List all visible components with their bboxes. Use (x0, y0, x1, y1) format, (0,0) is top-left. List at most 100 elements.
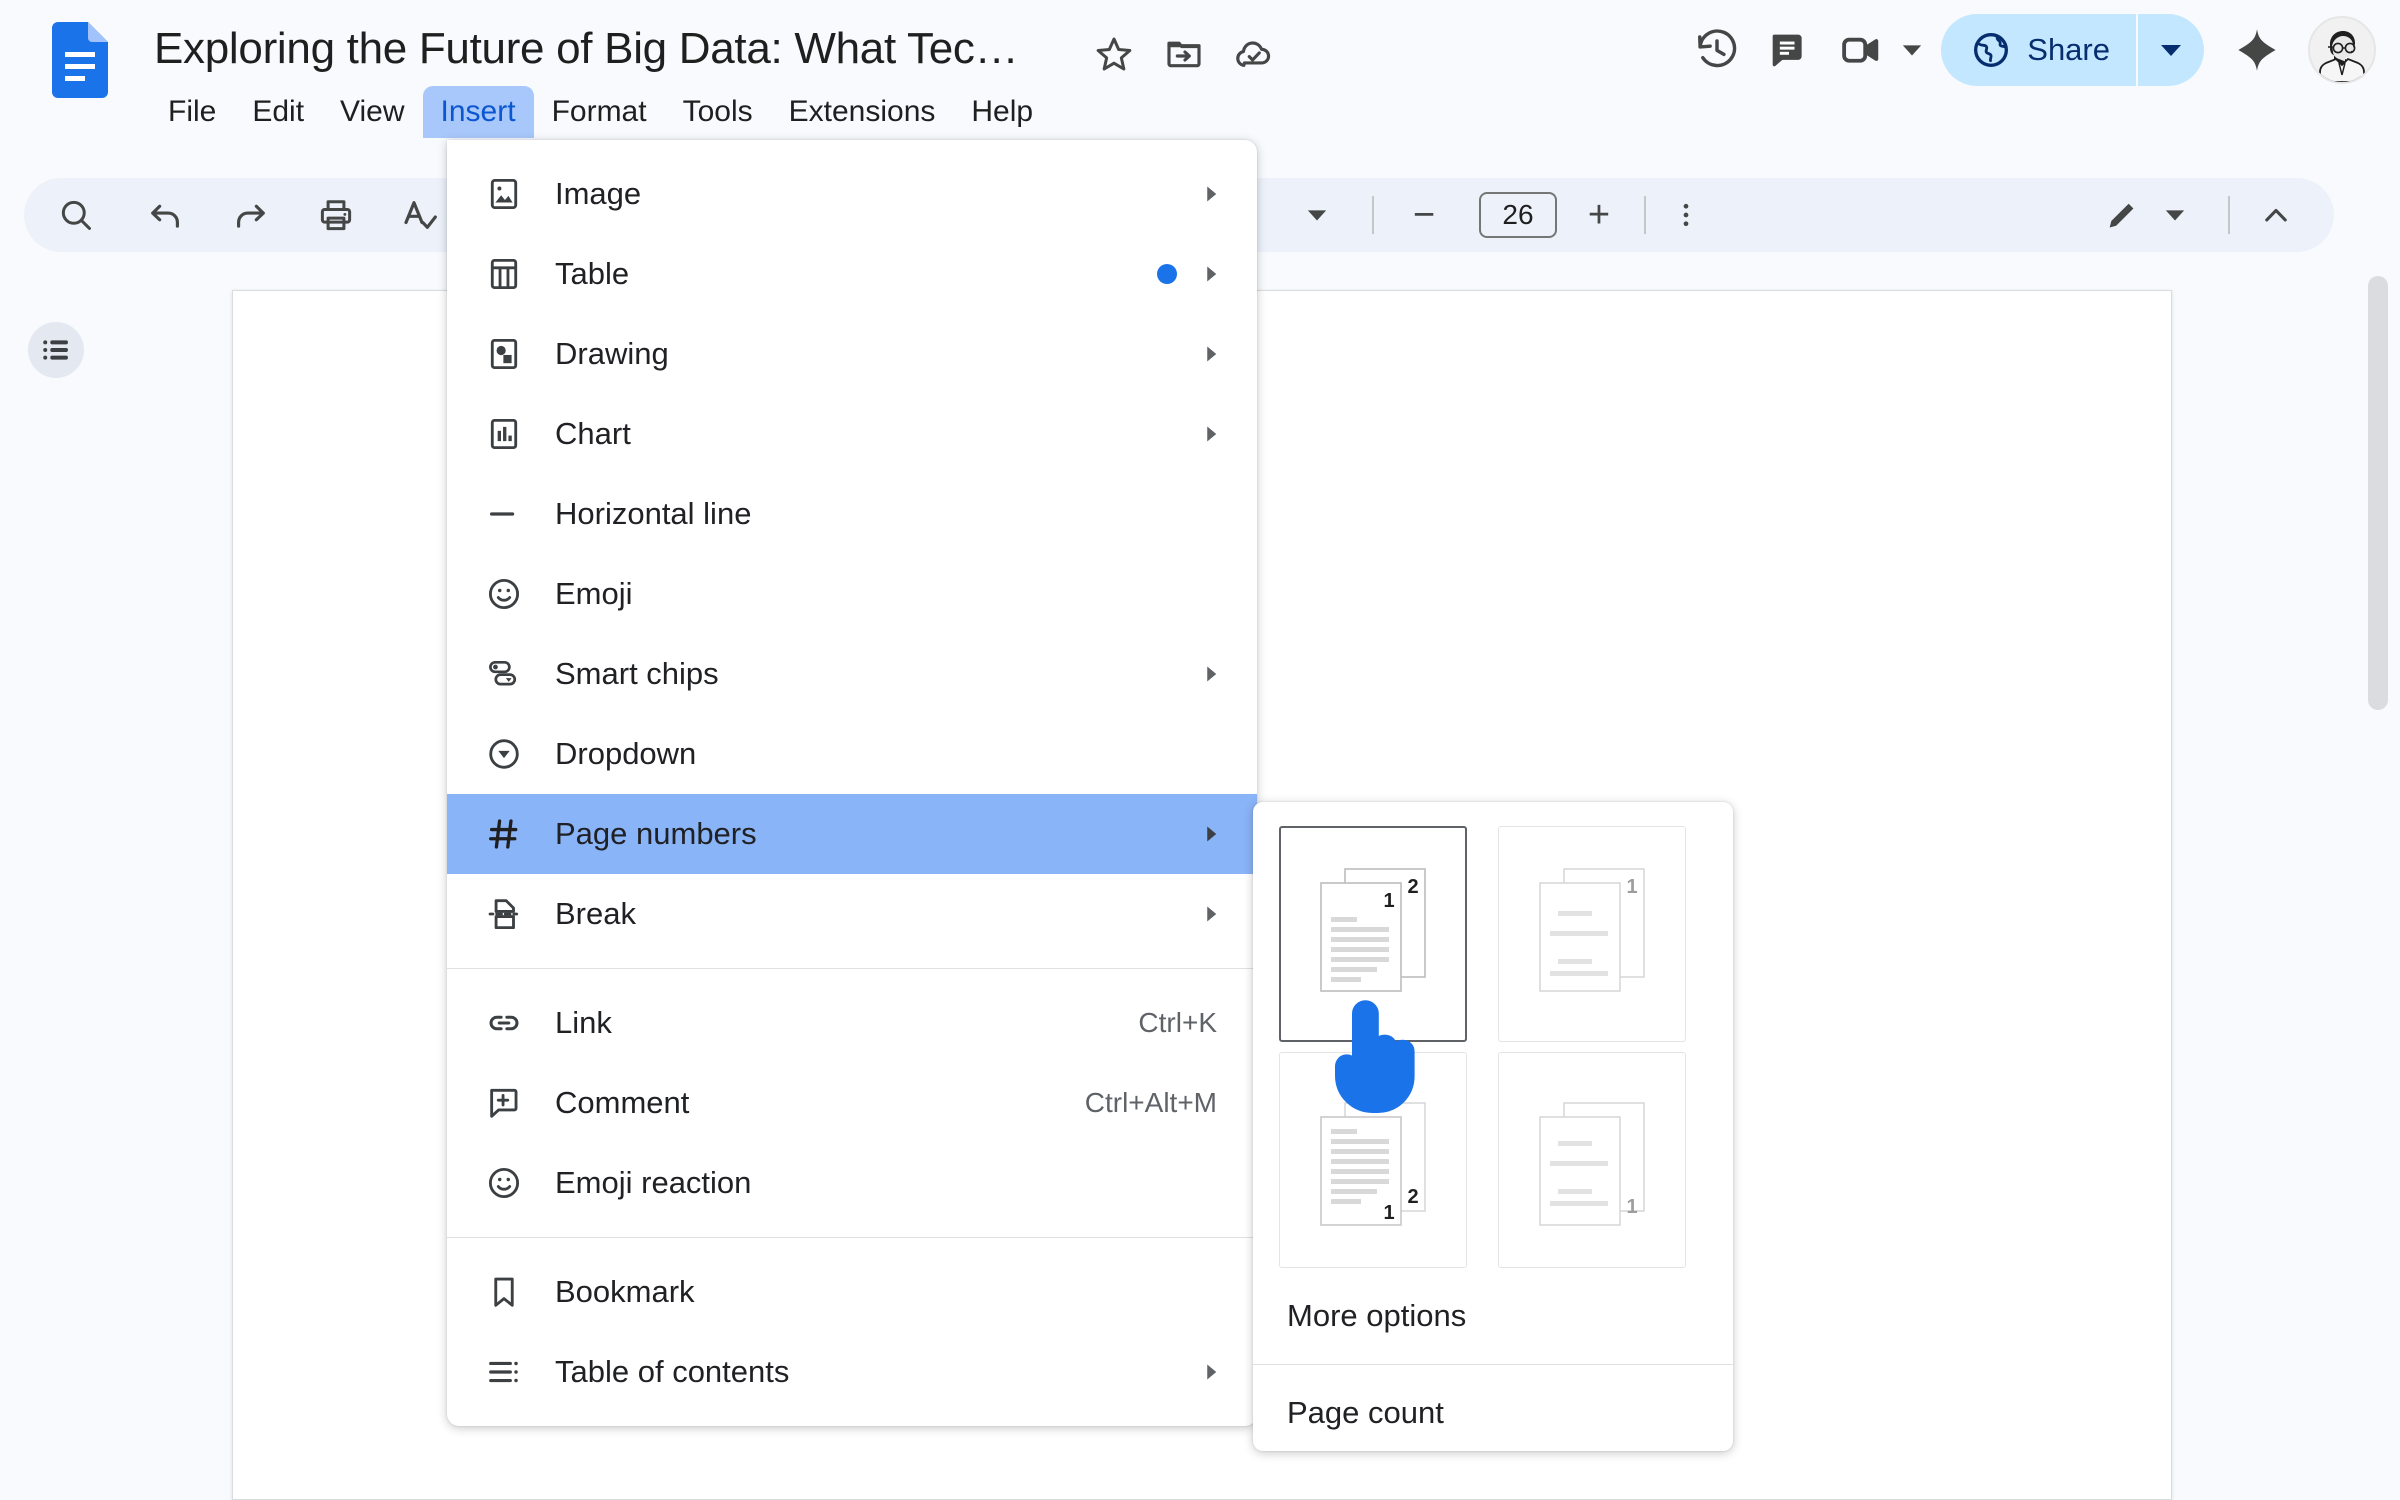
image-icon (485, 175, 539, 213)
share-chevron-down-icon[interactable] (2138, 14, 2204, 86)
undo-icon[interactable] (136, 185, 196, 245)
insert-break[interactable]: Break (447, 874, 1257, 954)
comment-history-icon[interactable] (1753, 14, 1825, 86)
submenu-arrow-icon (1199, 345, 1223, 363)
insert-bookmark[interactable]: Bookmark (447, 1252, 1257, 1332)
insert-comment[interactable]: Comment Ctrl+Alt+M (447, 1063, 1257, 1143)
menu-edit[interactable]: Edit (234, 86, 322, 138)
menu-extensions[interactable]: Extensions (771, 86, 954, 138)
font-size-input[interactable]: 26 (1479, 192, 1557, 238)
insert-bookmark-label: Bookmark (555, 1274, 695, 1309)
emoji-icon (485, 1164, 539, 1202)
insert-image[interactable]: Image (447, 154, 1257, 234)
insert-horizontal-line[interactable]: Horizontal line (447, 474, 1257, 554)
drawing-icon (485, 335, 539, 373)
menu-format[interactable]: Format (534, 86, 665, 138)
submenu-arrow-icon (1199, 665, 1223, 683)
page-number-options-grid: 2 1 1 2 1 1 (1253, 826, 1733, 1278)
version-history-icon[interactable] (1681, 14, 1753, 86)
new-feature-dot (1157, 264, 1177, 284)
insert-chart[interactable]: Chart (447, 394, 1257, 474)
dropdown-icon (485, 735, 539, 773)
page-number-top-right-skip-first[interactable]: 1 (1498, 826, 1686, 1042)
insert-drawing[interactable]: Drawing (447, 314, 1257, 394)
link-icon (485, 1004, 539, 1042)
insert-table-of-contents[interactable]: Table of contents (447, 1332, 1257, 1412)
svg-text:1: 1 (1626, 876, 1637, 898)
menu-separator (447, 968, 1257, 969)
insert-link[interactable]: Link Ctrl+K (447, 983, 1257, 1063)
gemini-spark-icon[interactable] (2222, 15, 2292, 85)
share-button[interactable]: Share (1941, 14, 2136, 86)
insert-horizontal-line-label: Horizontal line (555, 496, 752, 531)
insert-emoji-reaction[interactable]: Emoji reaction (447, 1143, 1257, 1223)
menu-file[interactable]: File (150, 86, 234, 138)
editing-mode-chevron-down-icon[interactable] (2154, 185, 2196, 245)
page-numbers-page-count[interactable]: Page count (1253, 1375, 1733, 1451)
move-to-folder-icon[interactable] (1162, 32, 1206, 76)
insert-table[interactable]: Table (447, 234, 1257, 314)
submenu-arrow-icon (1199, 1363, 1223, 1381)
menu-help[interactable]: Help (953, 86, 1051, 138)
menu-tools[interactable]: Tools (665, 86, 771, 138)
insert-emoji-reaction-label: Emoji reaction (555, 1165, 752, 1200)
menu-bar: File Edit View Insert Format Tools Exten… (150, 86, 1051, 138)
submenu-arrow-icon (1199, 185, 1223, 203)
submenu-arrow-icon (1199, 905, 1223, 923)
menu-insert[interactable]: Insert (422, 86, 534, 138)
meet-chevron-down-icon[interactable] (1897, 14, 1927, 86)
insert-page-numbers[interactable]: Page numbers (447, 794, 1257, 874)
smart-chips-icon (485, 655, 539, 693)
submenu-separator (1253, 1364, 1733, 1365)
chart-icon (485, 415, 539, 453)
pencil-icon[interactable] (2092, 185, 2152, 245)
insert-emoji-label: Emoji (555, 576, 633, 611)
insert-table-label: Table (555, 256, 630, 291)
show-outline-icon[interactable] (28, 322, 84, 378)
page-numbers-submenu: 2 1 1 2 1 1 More options Page count (1253, 802, 1733, 1451)
star-icon[interactable] (1092, 32, 1136, 76)
account-avatar[interactable] (2308, 16, 2376, 84)
comment-icon (485, 1084, 539, 1122)
cloud-saved-icon[interactable] (1232, 32, 1276, 76)
svg-text:1: 1 (1383, 890, 1394, 912)
chevron-up-icon[interactable] (2246, 185, 2306, 245)
insert-table-of-contents-label: Table of contents (555, 1354, 790, 1389)
meet-icon[interactable] (1825, 14, 1897, 86)
svg-text:1: 1 (1626, 1196, 1637, 1218)
font-size-increase-button[interactable]: + (1569, 185, 1629, 245)
share-label: Share (2027, 32, 2110, 67)
search-icon[interactable] (46, 185, 106, 245)
menu-view[interactable]: View (322, 86, 422, 138)
insert-smart-chips[interactable]: Smart chips (447, 634, 1257, 714)
insert-emoji[interactable]: Emoji (447, 554, 1257, 634)
page-number-bottom-right-skip-first[interactable]: 1 (1498, 1052, 1686, 1268)
emoji-icon (485, 575, 539, 613)
font-size-decrease-button[interactable]: − (1394, 185, 1454, 245)
page-number-bottom-right-all[interactable]: 2 1 (1279, 1052, 1467, 1268)
share-button-group: Share (1941, 14, 2204, 86)
bookmark-icon (485, 1273, 539, 1311)
page-number-top-right-all[interactable]: 2 1 (1279, 826, 1467, 1042)
insert-dropdown[interactable]: Dropdown (447, 714, 1257, 794)
style-chevron-down-icon[interactable] (1296, 185, 1338, 245)
page-numbers-icon (485, 815, 539, 853)
more-vertical-icon[interactable] (1656, 185, 1716, 245)
table-icon (485, 255, 539, 293)
insert-drawing-label: Drawing (555, 336, 669, 371)
app-header: Exploring the Future of Big Data: What T… (0, 0, 2400, 150)
document-title[interactable]: Exploring the Future of Big Data: What T… (154, 22, 1019, 76)
print-icon[interactable] (306, 185, 366, 245)
toolbar-divider (1372, 196, 1374, 234)
insert-link-label: Link (555, 1005, 612, 1040)
insert-comment-shortcut: Ctrl+Alt+M (1084, 1087, 1217, 1118)
redo-icon[interactable] (220, 185, 280, 245)
docs-logo-icon[interactable] (52, 22, 108, 98)
svg-text:2: 2 (1407, 876, 1418, 898)
vertical-scrollbar[interactable] (2368, 276, 2388, 710)
page-numbers-more-options[interactable]: More options (1253, 1278, 1733, 1354)
insert-smart-chips-label: Smart chips (555, 656, 719, 691)
submenu-arrow-icon (1199, 425, 1223, 443)
insert-break-label: Break (555, 896, 636, 931)
spelling-check-icon[interactable] (390, 185, 450, 245)
